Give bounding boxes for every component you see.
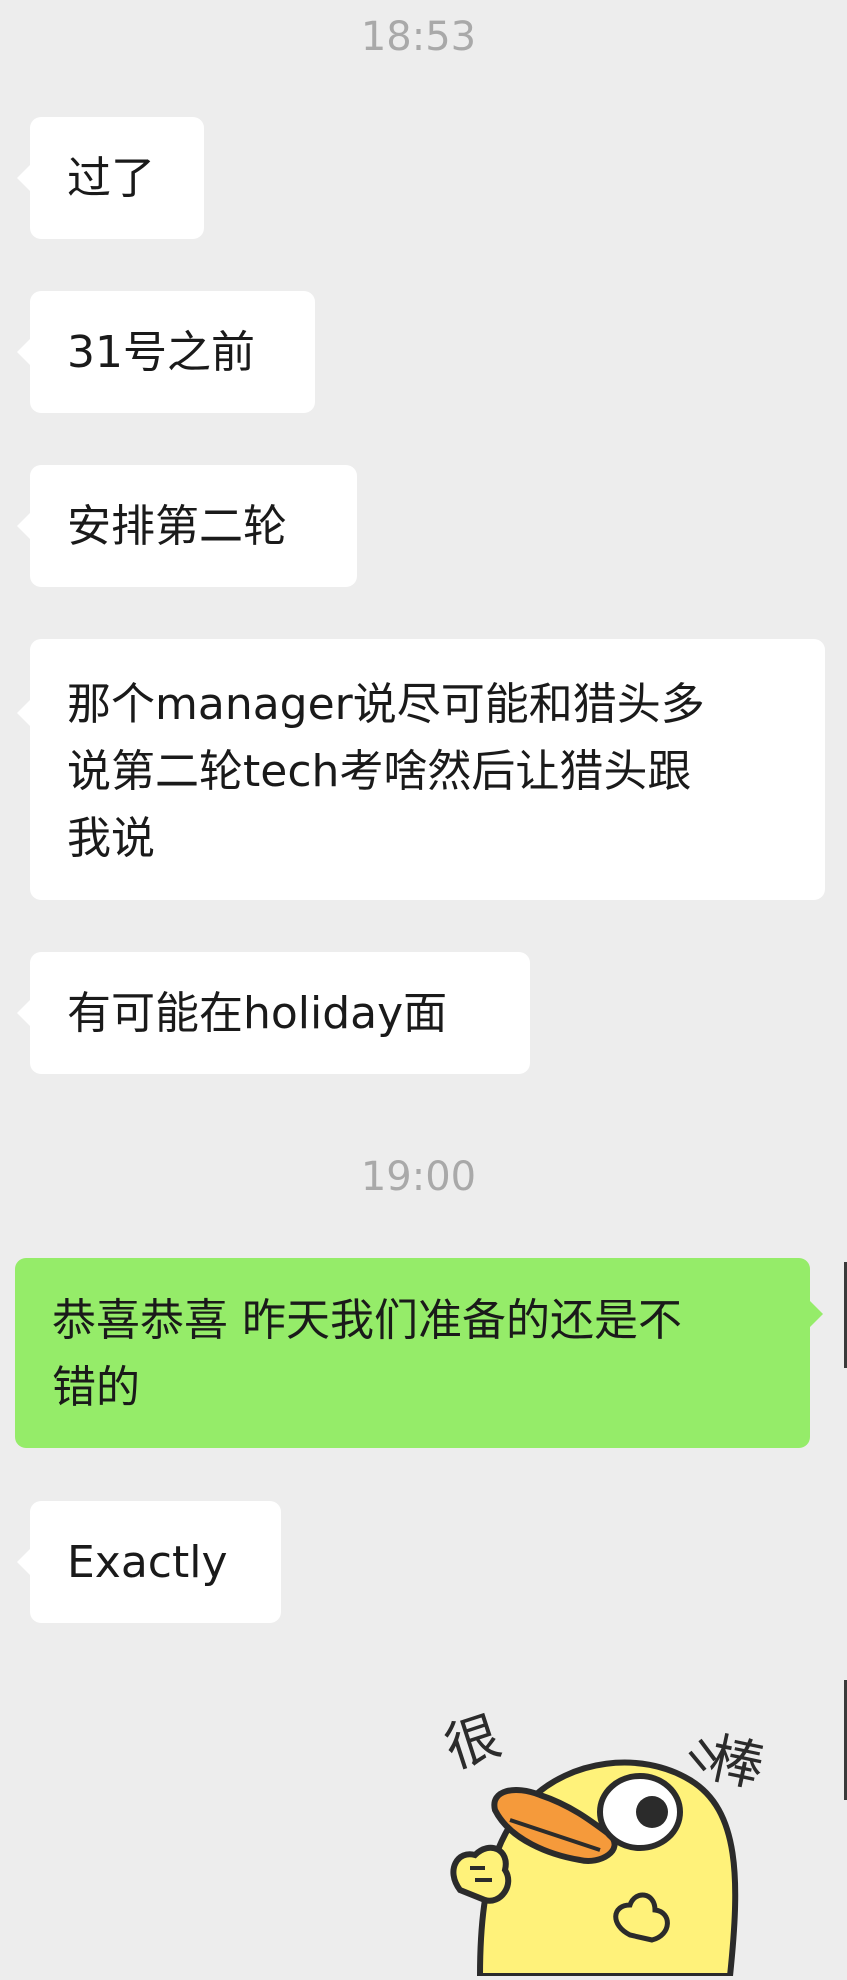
message-bubble-incoming[interactable]: 那个manager说尽可能和猎头多 说第二轮tech考啥然后让猎头跟 我说 xyxy=(17,639,825,900)
message-text-line: 我说 xyxy=(67,813,155,864)
message-bubble-incoming[interactable]: Exactly xyxy=(17,1501,281,1623)
message-text: 过了 xyxy=(67,153,155,204)
message-text: Exactly xyxy=(67,1537,228,1588)
message-bubble-incoming[interactable]: 过了 xyxy=(17,117,204,239)
message-text-line: 说第二轮tech考啥然后让猎头跟 xyxy=(67,746,692,797)
message-text: 有可能在holiday面 xyxy=(67,988,448,1039)
timestamp: 19:00 xyxy=(360,1154,477,1200)
duck-sticker-image: 很 棒 xyxy=(437,1704,770,1979)
chat-area[interactable]: 18:53 过了 31号之前 安排第二轮 那个manager说尽可能和猎头多 说… xyxy=(0,0,847,1979)
message-bubble-incoming[interactable]: 安排第二轮 xyxy=(17,465,357,587)
message-text: 安排第二轮 xyxy=(67,501,287,552)
message-text-line: 恭喜恭喜 昨天我们准备的还是不 xyxy=(52,1295,682,1346)
sticker-text-hen: 很 xyxy=(440,1704,508,1781)
message-bubble-incoming[interactable]: 有可能在holiday面 xyxy=(17,952,530,1074)
message-bubble-outgoing[interactable]: 恭喜恭喜 昨天我们准备的还是不 错的 xyxy=(15,1258,823,1448)
duck-sticker[interactable]: 很 棒 xyxy=(437,1700,800,1979)
message-text: 31号之前 xyxy=(67,327,255,378)
timestamp: 18:53 xyxy=(360,14,477,60)
message-bubble-incoming[interactable]: 31号之前 xyxy=(17,291,315,413)
sticker-text-bang: 棒 xyxy=(704,1726,770,1799)
message-text-line: 那个manager说尽可能和猎头多 xyxy=(67,679,705,730)
message-text-line: 错的 xyxy=(52,1362,140,1413)
